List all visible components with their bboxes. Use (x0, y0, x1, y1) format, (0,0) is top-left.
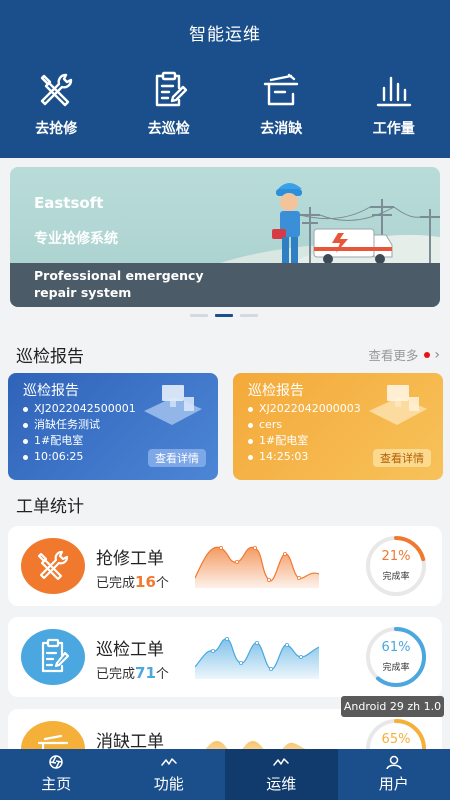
report-card[interactable]: 巡检报告 XJ2022042000003 cers 1#配电室 14:25:03… (233, 373, 443, 480)
action-inspect[interactable]: 去巡检 (113, 70, 226, 138)
report-number: XJ2022042000003 (248, 401, 361, 417)
clipboard-pen-icon (41, 638, 70, 673)
tab-home-label: 主页 (41, 775, 72, 793)
banner-brand: Eastsoft (34, 194, 104, 212)
workorder-completed: 已完成16个 (96, 572, 169, 591)
banner-caption-line1: Professional emergency (34, 268, 204, 283)
report-location: 1#配电室 (23, 433, 136, 449)
view-details-button[interactable]: 查看详情 (373, 449, 431, 467)
tab-operations[interactable]: 运维 (225, 749, 338, 800)
workorder-completed: 已完成71个 (96, 663, 169, 682)
report-title: 巡检报告 (23, 383, 79, 399)
workorder-section-title: 工单统计 (16, 497, 84, 517)
carousel-dot-active[interactable] (215, 314, 233, 317)
user-icon (386, 755, 402, 769)
completion-percent: 61% (381, 640, 411, 655)
report-title: 巡检报告 (248, 383, 304, 399)
chevron-right-icon: › (434, 346, 440, 363)
tab-functions-label: 功能 (153, 775, 184, 793)
report-number: XJ2022042500001 (23, 401, 136, 417)
inspection-section-title: 巡检报告 (16, 347, 84, 367)
banner-caption-bar: Professional emergency repair system (10, 263, 440, 307)
completion-ring (366, 627, 426, 687)
version-toast: Android 29 zh 1.0 (341, 696, 444, 717)
action-inspect-label: 去巡检 (147, 121, 190, 137)
aperture-icon (49, 755, 63, 769)
header: 智能运维 去抢修 去巡检 去消缺 工作量 (0, 0, 450, 158)
report-time: 14:25:03 (248, 449, 361, 465)
report-card[interactable]: 巡检报告 XJ2022042500001 消缺任务测试 1#配电室 10:06:… (8, 373, 218, 480)
tab-user[interactable]: 用户 (338, 749, 450, 800)
completion-gauge: 21% 完成率 (360, 534, 432, 598)
completion-gauge: 61% 完成率 (360, 625, 432, 689)
bottom-tab-bar: 主页 功能 运维 用户 (0, 749, 450, 800)
report-details: XJ2022042500001 消缺任务测试 1#配电室 10:06:25 (23, 401, 136, 465)
banner-caption: Professional emergency repair system (34, 267, 234, 301)
view-more-link[interactable]: 查看更多 › (368, 345, 440, 364)
carousel-indicator (190, 314, 258, 317)
wave-icon (161, 758, 177, 766)
repair-icon-badge (21, 538, 85, 594)
action-workload-label: 工作量 (372, 121, 415, 137)
tab-functions[interactable]: 功能 (113, 749, 226, 800)
trend-sparkline (195, 636, 319, 679)
trend-sparkline (195, 545, 319, 588)
action-workload[interactable]: 工作量 (338, 70, 450, 138)
report-time: 10:06:25 (23, 449, 136, 465)
completed-prefix: 已完成 (96, 576, 136, 591)
completion-label: 完成率 (382, 663, 410, 673)
action-repair[interactable]: 去抢修 (0, 70, 113, 138)
completion-percent: 21% (381, 549, 411, 564)
workorder-card-inspection[interactable]: 巡检工单 已完成71个 61% 完成率 (8, 617, 442, 697)
report-task: cers (248, 417, 361, 433)
tab-home[interactable]: 主页 (0, 749, 113, 800)
workorder-name: 巡检工单 (96, 640, 164, 660)
tab-operations-label: 运维 (266, 775, 297, 793)
workorder-card-repair[interactable]: 抢修工单 已完成16个 21% 完成率 (8, 526, 442, 606)
workorder-name: 抢修工单 (96, 549, 164, 569)
action-eliminate-label: 去消缺 (260, 121, 303, 137)
view-details-button[interactable]: 查看详情 (148, 449, 206, 467)
completed-prefix: 已完成 (96, 667, 136, 682)
banner-subtitle: 专业抢修系统 (34, 231, 118, 247)
tab-user-label: 用户 (378, 775, 409, 793)
tools-tray-icon (264, 73, 299, 106)
page-title: 智能运维 (189, 25, 261, 45)
completed-suffix: 个 (155, 667, 169, 682)
quick-actions: 去抢修 去巡检 去消缺 工作量 (0, 70, 450, 138)
promo-banner[interactable]: Eastsoft 专业抢修系统 Professional emergency r… (10, 167, 440, 307)
completed-count: 71 (135, 664, 156, 682)
report-details: XJ2022042000003 cers 1#配电室 14:25:03 (248, 401, 361, 465)
computer-desk-illustration (369, 385, 427, 425)
inspection-icon-badge (21, 629, 85, 685)
completion-label: 完成率 (382, 572, 410, 582)
action-eliminate[interactable]: 去消缺 (225, 70, 338, 138)
bar-chart-icon (376, 76, 411, 107)
wrench-screwdriver-icon (37, 550, 69, 581)
report-location: 1#配电室 (248, 433, 361, 449)
report-task: 消缺任务测试 (23, 417, 136, 433)
completion-percent: 65% (381, 732, 411, 747)
completed-count: 16 (135, 573, 156, 591)
banner-caption-line2: repair system (34, 285, 132, 300)
wave-icon (273, 758, 289, 766)
completion-ring (366, 536, 426, 596)
carousel-dot[interactable] (190, 314, 208, 317)
clipboard-pen-icon (155, 71, 187, 107)
action-repair-label: 去抢修 (35, 121, 78, 137)
computer-desk-illustration (144, 385, 202, 425)
wrench-screwdriver-icon (41, 73, 73, 107)
notification-dot (424, 351, 431, 358)
view-more-label: 查看更多 (368, 348, 419, 363)
carousel-dot[interactable] (240, 314, 258, 317)
completed-suffix: 个 (155, 576, 169, 591)
